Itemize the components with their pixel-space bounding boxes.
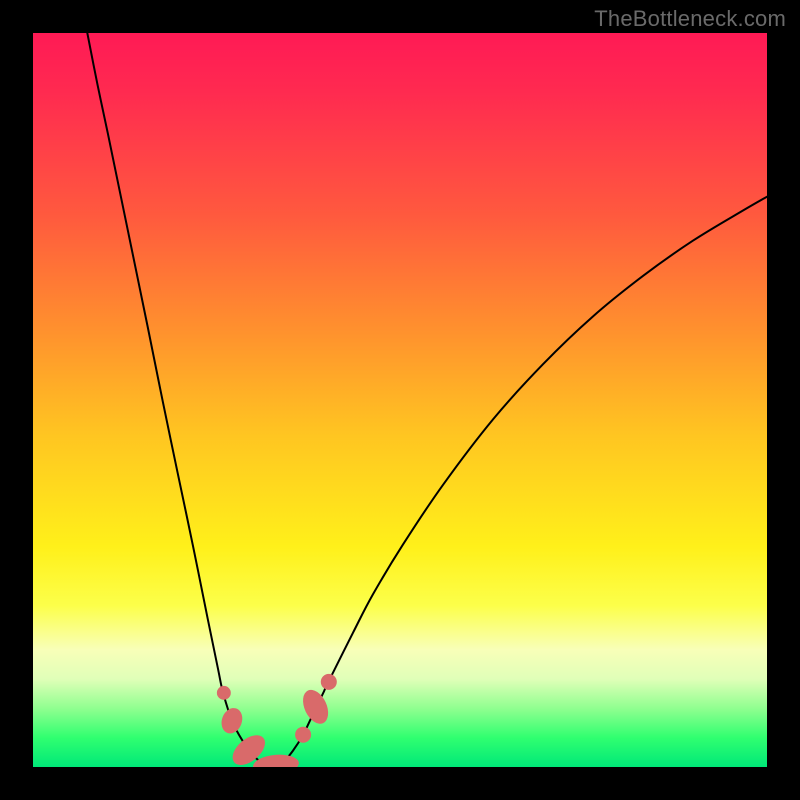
chart-frame: TheBottleneck.com (0, 0, 800, 800)
data-marker (298, 686, 333, 728)
right-curve (273, 197, 767, 767)
curves-layer (33, 33, 767, 767)
left-curve (87, 33, 273, 767)
markers-group (217, 674, 337, 767)
data-marker (217, 686, 231, 700)
watermark-text: TheBottleneck.com (594, 6, 786, 32)
data-marker (321, 674, 337, 690)
data-marker (295, 727, 311, 743)
data-marker (218, 705, 246, 736)
plot-area (33, 33, 767, 767)
